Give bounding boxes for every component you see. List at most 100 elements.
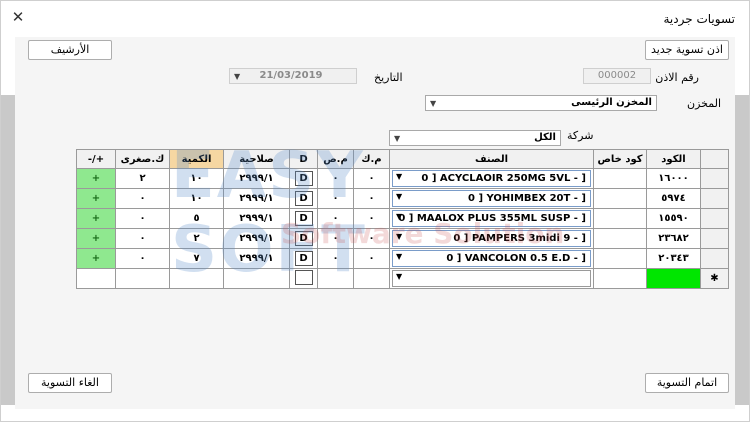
cell-quantity[interactable]: ١٠: [169, 188, 224, 209]
cell-code[interactable]: ٥٩٧٤: [646, 188, 701, 209]
col-small-unit-header[interactable]: ك.صغرى: [115, 149, 170, 169]
cell-quantity[interactable]: ٧: [169, 248, 224, 269]
row-selector[interactable]: [700, 228, 729, 249]
cell-item[interactable]: ▼ 0 ] YOHIMBEX 20T - ]: [389, 188, 594, 209]
cell-expiry[interactable]: ٢٩٩٩/١: [223, 208, 290, 229]
cell-expiry[interactable]: ٢٩٩٩/١: [223, 188, 290, 209]
d-button[interactable]: D: [294, 191, 313, 206]
cell-expiry[interactable]: ٢٩٩٩/١: [223, 248, 290, 269]
complete-settlement-button[interactable]: اتمام التسوية: [645, 373, 729, 393]
cell-small-unit[interactable]: ٠: [115, 208, 170, 229]
cell-small-unit[interactable]: ٠: [115, 248, 170, 269]
cell-code-new[interactable]: [646, 268, 701, 289]
cell-small-unit[interactable]: ٠: [115, 228, 170, 249]
item-combo[interactable]: ▼ 0 ] VANCOLON 0.5 E.D - ]: [392, 250, 591, 267]
row-selector[interactable]: [700, 188, 729, 209]
cell-sign-new[interactable]: [76, 268, 116, 289]
cell-item[interactable]: ▼ 0 ] PAMPERS 3midi 9 - ]: [389, 228, 594, 249]
item-combo[interactable]: ▼ 0 ] MAALOX PLUS 355ML SUSP - ]: [392, 210, 591, 227]
cell-special-code[interactable]: [593, 248, 647, 269]
cell-ms-new[interactable]: [317, 268, 354, 289]
item-combo[interactable]: ▼ 0 ] YOHIMBEX 20T - ]: [392, 190, 591, 207]
cell-ms[interactable]: ٠: [317, 248, 354, 269]
cell-code[interactable]: ٢٠٣٤٣: [646, 248, 701, 269]
cell-sign[interactable]: +: [76, 248, 116, 269]
cell-mk[interactable]: ٠: [353, 248, 390, 269]
col-item-header[interactable]: الصنف: [389, 149, 594, 169]
cell-special-code[interactable]: [593, 228, 647, 249]
item-combo[interactable]: ▼ 0 ] PAMPERS 3midi 9 - ]: [392, 230, 591, 247]
cell-item[interactable]: ▼ 0 ] MAALOX PLUS 355ML SUSP - ]: [389, 208, 594, 229]
cell-special-code[interactable]: [593, 188, 647, 209]
col-expiry-header[interactable]: صلاحية: [223, 149, 290, 169]
cell-quantity[interactable]: ٥: [169, 208, 224, 229]
d-button[interactable]: D: [294, 171, 313, 186]
date-picker[interactable]: ▼ 21/03/2019: [229, 68, 357, 84]
d-button[interactable]: D: [294, 211, 313, 226]
cell-expiry[interactable]: ٢٩٩٩/١: [223, 168, 290, 189]
item-combo[interactable]: ▼ 0 ] ACYCLAOIR 250MG 5VL - ]: [392, 170, 591, 187]
cell-quantity-new[interactable]: [169, 268, 224, 289]
cell-d[interactable]: D: [289, 188, 318, 209]
table-row[interactable]: ٢٣٦٨٢ ▼ 0 ] PAMPERS 3midi 9 - ] ٠ ٠ D ٢٩٩…: [76, 228, 729, 249]
cell-d[interactable]: D: [289, 208, 318, 229]
cell-expiry-new[interactable]: [223, 268, 290, 289]
col-code-header[interactable]: الكود: [646, 149, 701, 169]
archive-button[interactable]: الأرشيف: [28, 40, 112, 60]
cell-sign[interactable]: +: [76, 188, 116, 209]
cell-mk-new[interactable]: [353, 268, 390, 289]
col-d-header[interactable]: D: [289, 149, 318, 169]
cell-special-code[interactable]: [593, 168, 647, 189]
cell-code[interactable]: ١٦٠٠٠: [646, 168, 701, 189]
cell-code[interactable]: ٢٣٦٨٢: [646, 228, 701, 249]
cell-small-unit[interactable]: ٠: [115, 188, 170, 209]
table-row[interactable]: ١٥٥٩٠ ▼ 0 ] MAALOX PLUS 355ML SUSP - ] ٠ …: [76, 208, 729, 229]
new-row-marker-icon[interactable]: ✱: [700, 268, 729, 289]
cell-ms[interactable]: ٠: [317, 188, 354, 209]
cell-item[interactable]: ▼ 0 ] ACYCLAOIR 250MG 5VL - ]: [389, 168, 594, 189]
new-settlement-button[interactable]: اذن تسوية جديد: [645, 40, 729, 60]
cell-special-code[interactable]: [593, 208, 647, 229]
d-button[interactable]: D: [294, 251, 313, 266]
cell-quantity[interactable]: ٢: [169, 228, 224, 249]
cell-mk[interactable]: ٠: [353, 208, 390, 229]
cell-small-unit[interactable]: ٢: [115, 168, 170, 189]
cell-item-new[interactable]: ▼: [389, 268, 594, 289]
cell-expiry[interactable]: ٢٩٩٩/١: [223, 228, 290, 249]
cell-d[interactable]: D: [289, 248, 318, 269]
cell-special-code-new[interactable]: [593, 268, 647, 289]
col-sign-header[interactable]: +/-: [76, 149, 116, 169]
d-button-new[interactable]: [294, 269, 313, 285]
item-combo-new[interactable]: ▼: [392, 270, 591, 287]
new-row[interactable]: ✱ ▼: [76, 268, 729, 289]
cell-d[interactable]: D: [289, 228, 318, 249]
cell-code[interactable]: ١٥٥٩٠: [646, 208, 701, 229]
cell-d-new[interactable]: [289, 268, 318, 289]
cell-quantity[interactable]: ١٠: [169, 168, 224, 189]
col-mk-header[interactable]: م.ك: [353, 149, 390, 169]
cell-ms[interactable]: ٠: [317, 228, 354, 249]
store-select[interactable]: ▼ المخزن الرئيسى: [425, 95, 657, 111]
close-icon[interactable]: ✕: [10, 9, 26, 25]
cell-d[interactable]: D: [289, 168, 318, 189]
cell-mk[interactable]: ٠: [353, 168, 390, 189]
cell-small-unit-new[interactable]: [115, 268, 170, 289]
cancel-settlement-button[interactable]: الغاء التسوية: [28, 373, 112, 393]
cell-sign[interactable]: +: [76, 228, 116, 249]
table-row[interactable]: ١٦٠٠٠ ▼ 0 ] ACYCLAOIR 250MG 5VL - ] ٠ ٠ D…: [76, 168, 729, 189]
col-special-code-header[interactable]: كود خاص: [593, 149, 647, 169]
col-ms-header[interactable]: م.ص: [317, 149, 354, 169]
company-select[interactable]: ▼ الكل: [389, 130, 561, 146]
cell-sign[interactable]: +: [76, 168, 116, 189]
cell-ms[interactable]: ٠: [317, 208, 354, 229]
col-quantity-header[interactable]: الكمية: [169, 149, 224, 169]
row-selector[interactable]: [700, 208, 729, 229]
cell-mk[interactable]: ٠: [353, 228, 390, 249]
table-row[interactable]: ٢٠٣٤٣ ▼ 0 ] VANCOLON 0.5 E.D - ] ٠ ٠ D ٢٩…: [76, 248, 729, 269]
d-button[interactable]: D: [294, 231, 313, 246]
cell-mk[interactable]: ٠: [353, 188, 390, 209]
row-selector[interactable]: [700, 168, 729, 189]
cell-ms[interactable]: ٠: [317, 168, 354, 189]
cell-sign[interactable]: +: [76, 208, 116, 229]
row-selector[interactable]: [700, 248, 729, 269]
